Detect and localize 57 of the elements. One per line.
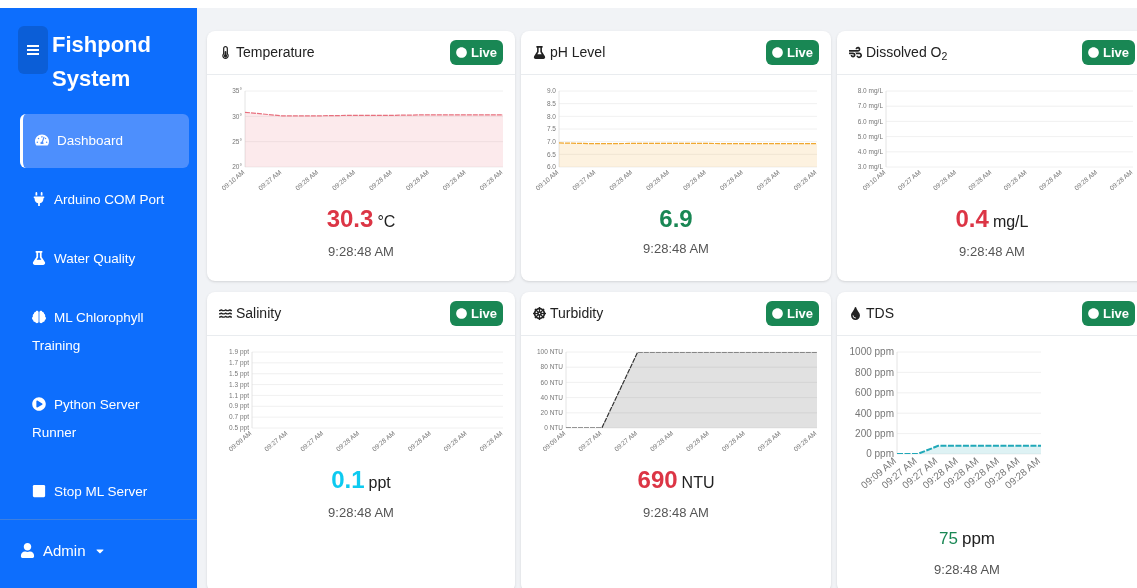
reading-unit: °C xyxy=(377,212,396,232)
card-title: Turbidity xyxy=(550,304,604,323)
waves-icon xyxy=(219,307,232,320)
reading-value: 6.9 xyxy=(659,207,693,231)
nav-item[interactable]: Water Quality xyxy=(20,231,189,286)
reading-value: 30.3 xyxy=(326,207,374,231)
flask-icon xyxy=(533,46,546,59)
card-title: Salinity xyxy=(236,304,282,323)
axis-label: 200 ppm xyxy=(855,427,894,439)
nav-item[interactable]: Python Server Runner xyxy=(20,377,189,460)
reading-unit: mg/L xyxy=(992,212,1029,232)
plug-icon xyxy=(32,191,46,206)
reading-unit: ppm xyxy=(961,528,995,550)
app-title: Fishpond System xyxy=(52,31,152,93)
play-icon xyxy=(32,396,46,411)
reading-time: 9:28:48 AM xyxy=(643,504,709,522)
user-icon xyxy=(20,543,35,559)
reading-time: 9:28:48 AM xyxy=(328,504,394,522)
menu-icon xyxy=(27,45,39,55)
card-title: Dissolved O$_{2}$ xyxy=(866,43,948,63)
nav-item[interactable]: Stop ML Server xyxy=(20,464,189,519)
live-badge: Live xyxy=(766,300,819,327)
gauge-icon xyxy=(35,132,49,147)
axis-label: 1000 ppm xyxy=(849,346,894,358)
axis-label: 0 ppm xyxy=(866,448,894,460)
nav-item[interactable]: Dashboard xyxy=(20,113,189,168)
live-badge: Live xyxy=(1082,300,1135,327)
live-badge: Live xyxy=(450,39,503,66)
card-title: TDS xyxy=(866,304,894,323)
axis-label: 800 ppm xyxy=(855,366,894,378)
live-badge: Live xyxy=(450,300,503,327)
live-badge: Live xyxy=(766,39,819,66)
reading-unit: ppt xyxy=(368,473,391,493)
card-title: Temperature xyxy=(236,43,315,62)
reading-time: 9:28:48 AM xyxy=(959,243,1025,261)
reading-time: 9:28:48 AM xyxy=(934,560,1000,579)
reading-unit: NTU xyxy=(681,473,715,493)
live-badge: Live xyxy=(1082,39,1135,66)
flask-icon xyxy=(32,250,46,265)
brain-icon xyxy=(32,309,46,324)
reading-time: 9:28:48 AM xyxy=(643,240,709,258)
reading-value: 0.4 xyxy=(955,207,989,231)
user-menu[interactable]: Admin xyxy=(20,539,197,562)
thermometer-icon xyxy=(219,46,232,59)
reading-time: 9:28:48 AM xyxy=(328,243,394,261)
axis-label: 400 ppm xyxy=(855,407,894,419)
wheel-icon xyxy=(533,307,546,320)
nav-item[interactable]: ML Chlorophyll Training xyxy=(20,290,189,373)
axis-label: 600 ppm xyxy=(855,387,894,399)
card-title: pH Level xyxy=(550,43,606,62)
reading-value: 690 xyxy=(637,468,678,492)
nav-item[interactable]: Arduino COM Port xyxy=(20,172,189,227)
reading-value: 75 xyxy=(939,530,958,547)
reading-value: 0.1 xyxy=(331,468,365,492)
menu-button[interactable] xyxy=(18,26,48,74)
droplet-icon xyxy=(849,307,862,320)
wind-icon xyxy=(849,46,862,59)
